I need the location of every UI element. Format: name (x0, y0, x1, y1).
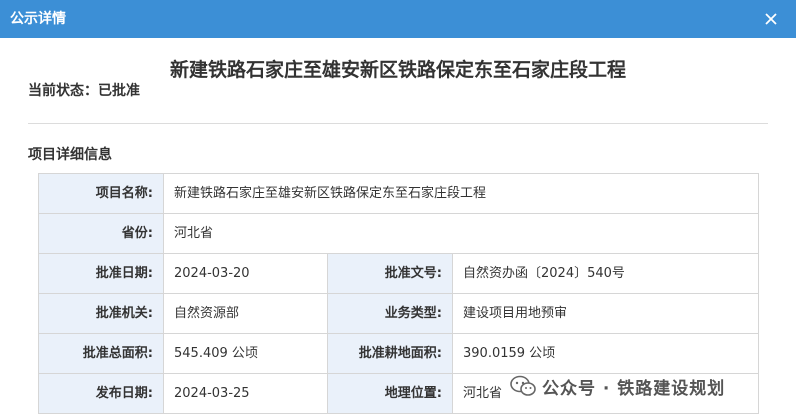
table-row: 批准总面积: 545.409 公顷 批准耕地面积: 390.0159 公顷 (38, 333, 759, 374)
business-type-label: 业务类型: (327, 293, 453, 334)
business-type-value: 建设项目用地预审 (452, 293, 759, 334)
dialog-titlebar: 公示详情 (0, 0, 796, 38)
divider (28, 123, 768, 124)
approval-authority-label: 批准机关: (38, 293, 164, 334)
approval-doc-value: 自然资办函〔2024〕540号 (452, 253, 759, 294)
province-label: 省份: (38, 213, 164, 254)
farmland-area-label: 批准耕地面积: (327, 333, 453, 374)
table-row: 省份: 河北省 (38, 213, 759, 254)
table-row: 项目名称: 新建铁路石家庄至雄安新区铁路保定东至石家庄段工程 (38, 173, 759, 214)
section-title: 项目详细信息 (28, 147, 112, 163)
wechat-icon (510, 375, 536, 396)
status-text: 当前状态：已批准 (28, 83, 140, 99)
watermark: 公众号 · 铁路建设规划 (510, 373, 725, 399)
farmland-area-value: 390.0159 公顷 (452, 333, 759, 374)
dialog-title: 公示详情 (10, 11, 66, 27)
publish-date-value: 2024-03-25 (163, 373, 328, 414)
total-area-value: 545.409 公顷 (163, 333, 328, 374)
approval-date-label: 批准日期: (38, 253, 164, 294)
close-icon[interactable] (762, 10, 780, 28)
table-row: 批准机关: 自然资源部 业务类型: 建设项目用地预审 (38, 293, 759, 334)
table-row: 批准日期: 2024-03-20 批准文号: 自然资办函〔2024〕540号 (38, 253, 759, 294)
project-name-label: 项目名称: (38, 173, 164, 214)
page-title: 新建铁路石家庄至雄安新区铁路保定东至石家庄段工程 (169, 59, 626, 81)
publish-date-label: 发布日期: (38, 373, 164, 414)
project-name-value: 新建铁路石家庄至雄安新区铁路保定东至石家庄段工程 (163, 173, 759, 214)
approval-doc-label: 批准文号: (327, 253, 453, 294)
total-area-label: 批准总面积: (38, 333, 164, 374)
approval-date-value: 2024-03-20 (163, 253, 328, 294)
province-value: 河北省 (163, 213, 759, 254)
approval-authority-value: 自然资源部 (163, 293, 328, 334)
location-label: 地理位置: (327, 373, 453, 414)
watermark-text: 公众号 · 铁路建设规划 (542, 378, 726, 399)
